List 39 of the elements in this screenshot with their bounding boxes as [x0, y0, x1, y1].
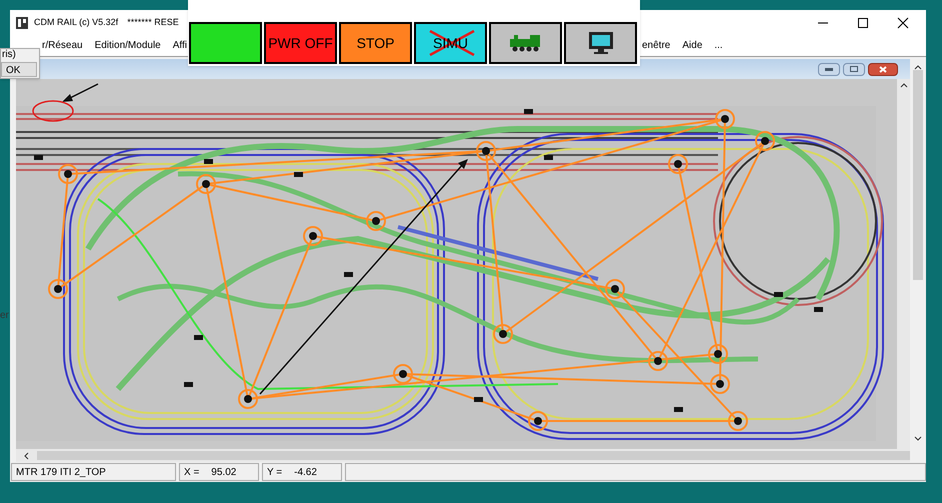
- minimize-button[interactable]: [818, 62, 840, 76]
- menu-item[interactable]: enêtre: [642, 38, 670, 53]
- scroll-thumb[interactable]: [913, 70, 923, 280]
- menu-item[interactable]: Edition/Module: [94, 38, 161, 53]
- toolbar-button[interactable]: PWR OFF: [264, 22, 337, 64]
- menu-item[interactable]: Aide: [682, 38, 702, 53]
- scroll-thumb[interactable]: [37, 451, 910, 460]
- status-message: MTR 179 ITI 2_TOP: [11, 463, 176, 481]
- ok-button[interactable]: OK: [1, 62, 37, 77]
- app-icon: [15, 16, 29, 30]
- toolbar-button[interactable]: STOP: [339, 22, 412, 64]
- scroll-left-icon[interactable]: [24, 452, 29, 460]
- menu-item[interactable]: ...: [714, 38, 723, 53]
- window-title: ******* RESE: [127, 16, 179, 29]
- locomotive-button[interactable]: [489, 22, 562, 64]
- y-label: Y =: [267, 466, 282, 480]
- close-icon: [879, 66, 887, 72]
- menu-item[interactable]: Affi: [172, 38, 188, 53]
- background-text: er: [0, 309, 9, 323]
- menu-item[interactable]: r/Réseau: [42, 38, 83, 53]
- monitor-icon: [588, 31, 614, 55]
- close-button[interactable]: [868, 62, 898, 76]
- scroll-down-icon[interactable]: [914, 436, 922, 441]
- scrollbar[interactable]: [897, 79, 910, 449]
- restore-button[interactable]: [843, 62, 865, 76]
- maximize-icon[interactable]: [857, 16, 869, 28]
- monitor-button[interactable]: [564, 22, 637, 64]
- x-label: X =: [184, 466, 200, 480]
- scroll-up-icon[interactable]: [900, 83, 908, 88]
- y-value: -4.62: [294, 466, 317, 480]
- scrollbar[interactable]: [16, 449, 910, 462]
- minimize-icon: [825, 68, 833, 70]
- x-value: 95.02: [211, 466, 236, 480]
- close-icon[interactable]: [897, 16, 909, 28]
- window-title: CDM RAIL (c) V5.32f: [34, 16, 118, 29]
- scroll-up-icon[interactable]: [914, 65, 922, 70]
- dialog-text: ris): [1, 48, 17, 62]
- power-button[interactable]: [189, 22, 262, 64]
- restore-icon: [850, 66, 858, 72]
